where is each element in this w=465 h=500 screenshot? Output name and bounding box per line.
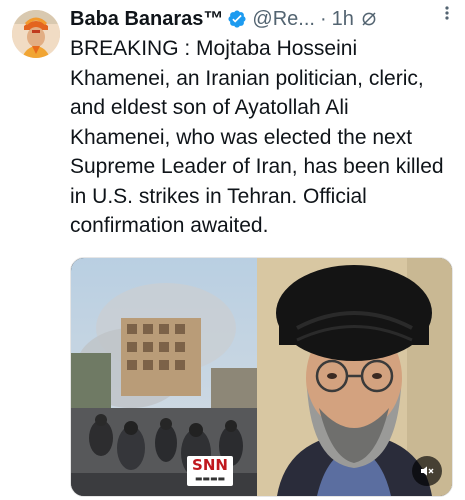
post-time[interactable]: 1h [332,8,354,31]
verified-badge-icon [227,9,247,29]
portrait-image[interactable] [257,258,452,496]
mute-button[interactable] [412,456,442,486]
muted-speaker-icon [421,466,434,476]
news-footage-image[interactable]: SNN ▬▬▬▬ [71,258,257,496]
separator-dot: · [319,7,327,30]
avatar[interactable] [12,10,60,58]
tweet-text: BREAKING : Mojtaba Hosseini Khamenei, an… [70,37,450,237]
snn-watermark: SNN ▬▬▬▬ [187,456,233,486]
avatar-image [12,10,60,58]
snn-label: SNN [192,456,228,474]
media-container[interactable]: SNN ▬▬▬▬ [70,257,453,497]
more-options-icon[interactable] [437,2,457,24]
author-handle[interactable]: @Re... [252,8,315,31]
author-name[interactable]: Baba Banaras™ [70,8,223,31]
tweet-header: Baba Banaras™ @Re... · 1h [70,6,455,32]
grok-icon[interactable] [360,10,378,28]
